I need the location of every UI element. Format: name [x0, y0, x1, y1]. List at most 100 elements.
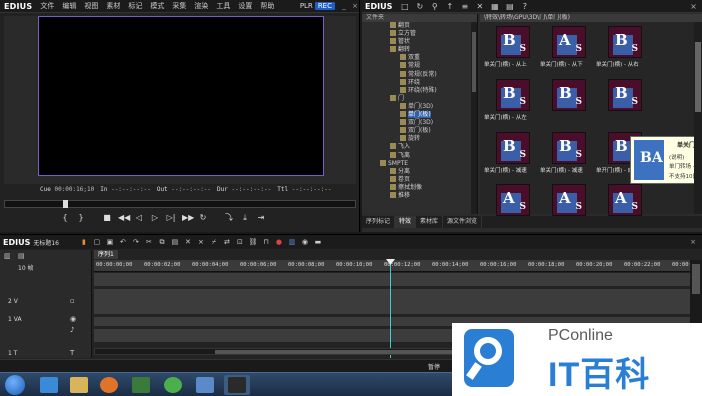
playhead[interactable]	[390, 260, 391, 358]
close-icon[interactable]: ×	[689, 2, 698, 11]
edius-taskbar-icon[interactable]	[224, 375, 250, 395]
tree-node[interactable]: 卷页	[362, 175, 477, 184]
help-icon[interactable]: ?	[520, 2, 529, 11]
track-row-2v[interactable]	[94, 273, 690, 287]
effect-thumbnail[interactable]: B S 单关门(横) - 减速	[540, 132, 596, 180]
link-icon[interactable]: ⛓	[248, 238, 258, 247]
menu-clip[interactable]: 素材	[106, 1, 120, 11]
export-icon[interactable]: ⇥	[256, 213, 266, 223]
tree-node[interactable]: 立方管	[362, 30, 477, 38]
undo-icon[interactable]: ↶	[118, 238, 128, 247]
step-forward-icon[interactable]: ▷|	[166, 213, 176, 223]
overwrite-icon[interactable]: ⤓	[240, 213, 250, 223]
effect-thumbnail[interactable]: BS	[540, 79, 596, 127]
sync-lock-icon[interactable]: ⊡	[235, 238, 245, 247]
menu-help[interactable]: 帮助	[260, 1, 274, 11]
loop-icon[interactable]: ↻	[198, 213, 208, 223]
save-project-icon[interactable]: ▣	[105, 238, 115, 247]
add-cut-icon[interactable]: ⌿	[209, 238, 219, 247]
effects-scrollbar[interactable]	[694, 22, 702, 214]
tree-node[interactable]: 常规(反常)	[362, 70, 477, 79]
track-lock-icon[interactable]: ▫	[70, 297, 75, 305]
track-layout-icon[interactable]: ▥	[4, 252, 11, 260]
tree-node[interactable]: 飞离	[362, 151, 477, 160]
zoom-level[interactable]: 10 帧	[18, 263, 34, 272]
scrub-knob[interactable]	[63, 200, 68, 208]
effect-thumbnail[interactable]: B S 单关门(横) - 从左	[484, 79, 540, 127]
track-row-1va[interactable]	[94, 289, 690, 315]
timeline-v-scroll-thumb[interactable]	[692, 264, 700, 294]
fast-forward-icon[interactable]: ▶▶	[182, 213, 194, 223]
tree-node[interactable]: 飞入	[362, 143, 477, 151]
stop-icon[interactable]: ■	[102, 213, 112, 223]
set-in-icon[interactable]: {	[60, 213, 70, 223]
tab-source-browser[interactable]: 源文件浏览	[443, 216, 483, 228]
play-icon[interactable]: ▷	[150, 213, 160, 223]
effect-thumbnail[interactable]: B S 单关门(横) - 从上	[484, 26, 540, 74]
search-icon[interactable]: ⚲	[430, 2, 439, 11]
tab-sequence-markers[interactable]: 序列标记	[362, 216, 396, 228]
menu-view[interactable]: 视图	[84, 1, 98, 11]
tree-node[interactable]: 管状	[362, 38, 477, 46]
tree-node[interactable]: 双门(3D)	[362, 119, 477, 127]
step-back-icon[interactable]: ◁	[134, 213, 144, 223]
up-folder-icon[interactable]: ↑	[445, 2, 454, 11]
render-icon[interactable]: ◉	[300, 238, 310, 247]
tree-node[interactable]: 常规	[362, 62, 477, 70]
menu-tools[interactable]: 工具	[216, 1, 230, 11]
set-out-icon[interactable]: }	[76, 213, 86, 223]
player-scrub-bar[interactable]	[4, 200, 356, 208]
properties-icon[interactable]: ▦	[490, 2, 499, 11]
delete-clip-icon[interactable]: ✕	[183, 238, 193, 247]
record-icon[interactable]: ●	[274, 238, 284, 247]
rec-button[interactable]: REC	[314, 2, 335, 10]
menu-edit[interactable]: 编辑	[62, 1, 76, 11]
track-visibility-icon[interactable]: ◉	[70, 315, 76, 323]
firefox-icon[interactable]	[96, 375, 122, 395]
tab-bin[interactable]: 素材库	[416, 216, 444, 228]
tree-node[interactable]: 擦拭划像	[362, 183, 477, 192]
media-player-icon[interactable]	[128, 375, 154, 395]
tree-node[interactable]: 门	[362, 94, 477, 103]
folder-icon[interactable]: □	[400, 2, 409, 11]
insert-mode-icon[interactable]: ⇄	[222, 238, 232, 247]
close-icon[interactable]: ×	[351, 2, 359, 10]
sequence-tab[interactable]: 序列1	[94, 250, 118, 259]
track-ruler-icon[interactable]: ▤	[18, 252, 25, 260]
menu-capture[interactable]: 采集	[172, 1, 186, 11]
snap-icon[interactable]: ⊓	[261, 238, 271, 247]
rewind-icon[interactable]: ◀◀	[118, 213, 130, 223]
tree-node[interactable]: 环绕	[362, 78, 477, 87]
explorer-icon[interactable]	[66, 375, 92, 395]
open-project-icon[interactable]: ▢	[92, 238, 102, 247]
effect-thumbnail[interactable]: A S 单关门(横) - 从下	[540, 26, 596, 74]
folder-tree-scrollbar[interactable]	[471, 22, 477, 214]
tree-node[interactable]: SMPTE	[362, 159, 477, 168]
redo-icon[interactable]: ↷	[131, 238, 141, 247]
tree-node[interactable]: 单门(3D)	[362, 102, 477, 111]
tree-node[interactable]: 环绕(特殊)	[362, 86, 477, 95]
title-track-icon[interactable]: T	[70, 349, 74, 357]
effects-scroll-thumb[interactable]	[695, 42, 701, 112]
track-audio-icon[interactable]: ♪	[70, 326, 74, 334]
tree-node[interactable]: 旋转	[362, 135, 477, 143]
minimize-icon[interactable]: _	[340, 2, 348, 10]
tree-node[interactable]: 推移	[362, 191, 477, 200]
tree-node[interactable]: 分离	[362, 167, 477, 176]
menu-marker[interactable]: 标记	[128, 1, 142, 11]
refresh-icon[interactable]: ↻	[415, 2, 424, 11]
mixer-icon[interactable]: ▥	[287, 238, 297, 247]
plr-button[interactable]: PLR	[298, 2, 315, 10]
browser-icon[interactable]	[160, 375, 186, 395]
tree-node[interactable]: 翻页	[362, 22, 477, 30]
effect-thumbnail[interactable]: B S 单关门(横) - 减速	[484, 132, 540, 180]
menu-mode[interactable]: 模式	[150, 1, 164, 11]
paste-icon[interactable]: ▤	[170, 238, 180, 247]
cut-icon[interactable]: ✂	[144, 238, 154, 247]
app-icon[interactable]	[192, 375, 218, 395]
folder-tree-scroll-thumb[interactable]	[472, 32, 476, 92]
new-sequence-icon[interactable]: ▮	[79, 238, 89, 247]
grid-view-icon[interactable]: ▤	[505, 2, 514, 11]
settings-icon[interactable]: ▬	[313, 238, 323, 247]
ripple-delete-icon[interactable]: ⨯	[196, 238, 206, 247]
